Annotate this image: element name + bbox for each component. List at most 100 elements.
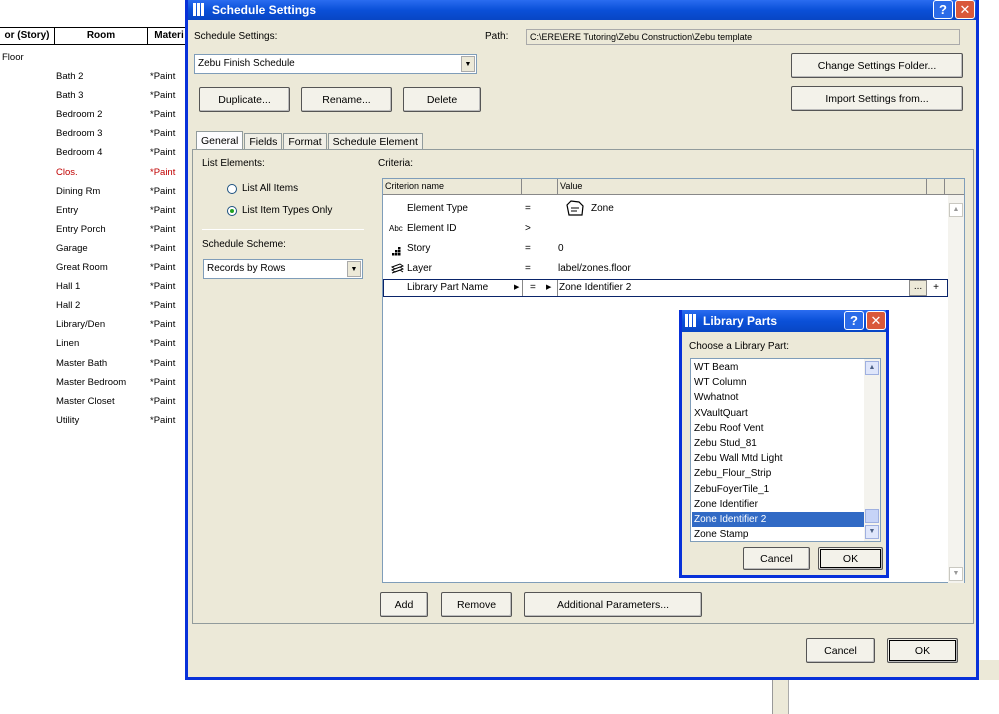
- radio-list-all-label[interactable]: List All Items: [242, 183, 298, 194]
- help-button[interactable]: ?: [933, 0, 953, 19]
- radio-list-types-label[interactable]: List Item Types Only: [242, 205, 332, 216]
- schedule-material-cell: *Paint: [150, 242, 176, 254]
- scroll-up-icon[interactable]: ▲: [949, 203, 963, 217]
- abc-icon: Abc: [389, 224, 403, 233]
- criterion-operator: =: [525, 243, 531, 254]
- library-parts-title: Library Parts: [703, 314, 778, 328]
- col-extra2: [945, 179, 964, 194]
- add-button[interactable]: Add: [380, 592, 428, 617]
- schedule-material-cell: *Paint: [150, 300, 176, 312]
- criterion-row[interactable]: Element Type = Zone: [383, 199, 948, 219]
- dialog-titlebar[interactable]: Schedule Settings ? ✕: [188, 0, 976, 20]
- schedule-material-cell: *Paint: [150, 376, 176, 388]
- rename-button[interactable]: Rename...: [301, 87, 392, 112]
- schedule-room-cell: Linen: [56, 338, 80, 350]
- close-button[interactable]: ✕: [866, 311, 886, 330]
- library-ok-button[interactable]: OK: [818, 547, 883, 570]
- import-settings-button[interactable]: Import Settings from...: [791, 86, 963, 111]
- library-part-item[interactable]: Zone Identifier 2: [692, 512, 864, 527]
- schedule-room-cell: Master Bath: [56, 357, 108, 369]
- criterion-row[interactable]: Layer = label/zones.floor: [383, 259, 948, 279]
- chevron-down-icon[interactable]: ▼: [347, 261, 361, 277]
- library-part-item[interactable]: Zebu_Flour_Strip: [692, 466, 864, 481]
- triangle-right-icon[interactable]: ▶: [514, 280, 519, 296]
- criterion-value-input[interactable]: Zone Identifier 2: [558, 280, 908, 296]
- library-cancel-button[interactable]: Cancel: [743, 547, 810, 570]
- cancel-button[interactable]: Cancel: [806, 638, 875, 663]
- ok-button[interactable]: OK: [887, 638, 958, 663]
- criterion-row-selected[interactable]: Library Part Name ▶ = ▶ Zone Identifier …: [383, 279, 948, 297]
- schedule-material-cell: *Paint: [150, 147, 176, 159]
- scheme-select[interactable]: Records by Rows ▼: [203, 259, 363, 279]
- additional-parameters-button[interactable]: Additional Parameters...: [524, 592, 702, 617]
- library-part-item[interactable]: Zebu Roof Vent: [692, 421, 864, 436]
- criterion-row[interactable]: Abc Element ID >: [383, 219, 948, 239]
- library-part-item[interactable]: Zebu Wall Mtd Light: [692, 451, 864, 466]
- triangle-right-icon[interactable]: ▶: [546, 280, 551, 296]
- scroll-down-icon[interactable]: ▼: [865, 525, 879, 539]
- tab-bar: General Fields Format Schedule Element: [196, 131, 424, 152]
- chevron-down-icon[interactable]: ▼: [461, 56, 475, 72]
- scroll-thumb[interactable]: [865, 509, 879, 523]
- library-parts-list[interactable]: WT Beam WT Column Wwhatnot XVaultQuart Zebu …: [690, 358, 881, 542]
- scroll-up-icon[interactable]: ▲: [865, 361, 879, 375]
- schedule-room-cell: Great Room: [56, 262, 108, 273]
- library-part-item[interactable]: Zebu Stud_81: [692, 436, 864, 451]
- browse-button[interactable]: ...: [909, 280, 927, 296]
- scroll-down-icon[interactable]: ▼: [949, 567, 963, 581]
- settings-select[interactable]: Zebu Finish Schedule ▼: [194, 54, 477, 74]
- schedule-material-cell: *Paint: [150, 71, 176, 82]
- library-parts-titlebar[interactable]: Library Parts ? ✕: [682, 310, 886, 332]
- delete-button[interactable]: Delete: [403, 87, 481, 112]
- change-settings-folder-button[interactable]: Change Settings Folder...: [791, 53, 963, 78]
- criterion-name: Element Type: [407, 203, 468, 214]
- path-field: C:\ERE\ERE Tutoring\Zebu Construction\Ze…: [526, 29, 960, 45]
- library-part-item[interactable]: XVaultQuart: [692, 406, 864, 421]
- criterion-value: Zone: [591, 203, 614, 214]
- add-value-button[interactable]: +: [929, 280, 943, 296]
- schedule-room-cell: Library/Den: [56, 319, 106, 331]
- remove-button[interactable]: Remove: [441, 592, 512, 617]
- col-value[interactable]: Value: [558, 179, 927, 194]
- radio-list-types[interactable]: [227, 206, 237, 216]
- criterion-name: Element ID: [407, 223, 457, 234]
- dialog-title: Schedule Settings: [212, 3, 317, 17]
- criterion-name: Layer: [407, 263, 433, 274]
- criterion-row[interactable]: Story = 0: [383, 239, 948, 259]
- list-elements-label: List Elements:: [202, 158, 265, 169]
- tab-general[interactable]: General: [196, 131, 244, 150]
- duplicate-button[interactable]: Duplicate...: [199, 87, 290, 112]
- col-material[interactable]: Materi: [148, 28, 190, 44]
- criterion-operator: >: [525, 223, 531, 234]
- col-criterion-name[interactable]: Criterion name: [383, 179, 522, 194]
- col-room[interactable]: Room: [55, 28, 148, 44]
- col-operator[interactable]: [522, 179, 558, 194]
- cell-divider: [522, 280, 523, 296]
- library-part-item[interactable]: Zone Identifier: [692, 497, 864, 512]
- col-story[interactable]: or (Story): [0, 28, 55, 44]
- settings-select-value: Zebu Finish Schedule: [198, 58, 295, 69]
- library-part-item[interactable]: ZebuFoyerTile_1: [692, 482, 864, 497]
- radio-list-all[interactable]: [227, 184, 237, 194]
- criterion-value: 0: [558, 243, 564, 254]
- schedule-room-cell: Bedroom 3: [56, 128, 103, 140]
- library-part-item[interactable]: Zone Stamp: [692, 527, 864, 541]
- library-part-item[interactable]: Wwhatnot: [692, 390, 864, 405]
- library-part-item[interactable]: WT Column: [692, 375, 864, 390]
- criteria-scrollbar[interactable]: ▲ ▼: [948, 195, 964, 583]
- schedule-material-cell: *Paint: [150, 185, 176, 197]
- schedule-material-cell: *Paint: [150, 338, 176, 350]
- library-part-item[interactable]: WT Beam: [692, 360, 864, 375]
- background-panel-inner: [788, 680, 999, 714]
- close-button[interactable]: ✕: [955, 0, 975, 19]
- library-parts-scrollbar[interactable]: ▲ ▼: [864, 359, 880, 541]
- schedule-material-cell: *Paint: [150, 109, 176, 121]
- background-schedule: or (Story) Room Materi Floor Bath 2 *Pain…: [0, 0, 190, 714]
- schedule-material-cell: *Paint: [150, 223, 176, 235]
- help-button[interactable]: ?: [844, 311, 864, 330]
- schedule-material-cell: *Paint: [150, 319, 176, 331]
- schedule-room-cell: Master Closet: [56, 395, 115, 407]
- library-parts-dialog: Library Parts ? ✕ Choose a Library Part:…: [679, 310, 889, 578]
- schedule-header: or (Story) Room Materi: [0, 27, 190, 45]
- app-icon: [193, 3, 207, 17]
